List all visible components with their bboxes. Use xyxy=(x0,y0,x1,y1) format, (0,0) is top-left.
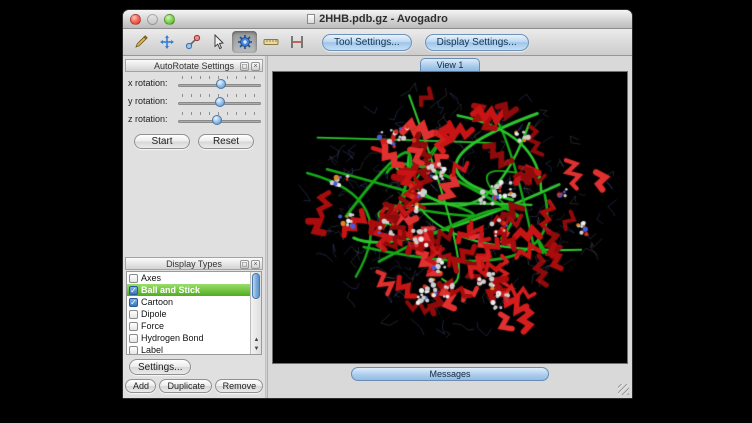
x-rotation-row: x rotation: xyxy=(128,75,261,90)
scrollbar-thumb[interactable] xyxy=(252,273,260,299)
dock-spacer xyxy=(125,154,263,257)
messages-row: Messages xyxy=(268,364,632,383)
z-rotation-label: z rotation: xyxy=(128,114,178,124)
measure-tool-button[interactable] xyxy=(258,31,283,53)
list-scrollbar[interactable]: ▲ ▼ xyxy=(250,272,261,354)
display-types-list: Axes ✓ Ball and Stick ✓ Cartoon xyxy=(126,271,262,355)
align-tool-button[interactable] xyxy=(284,31,309,53)
desktop-background: 2HHB.pdb.gz - Avogadro xyxy=(0,0,752,423)
draw-tool-button[interactable] xyxy=(128,31,153,53)
display-types-panel-title: Display Types xyxy=(166,259,222,269)
view-tab[interactable]: View 1 xyxy=(420,58,481,71)
display-settings-button[interactable]: Display Settings... xyxy=(425,34,529,51)
cursor-icon xyxy=(211,34,227,50)
display-type-label: Dipole xyxy=(141,309,167,319)
scroll-up-icon[interactable]: ▲ xyxy=(251,336,262,345)
z-rotation-slider[interactable] xyxy=(178,111,261,126)
window-content: AutoRotate Settings ◻ × x rotation: xyxy=(123,56,632,398)
x-rotation-label: x rotation: xyxy=(128,78,178,88)
left-dock: AutoRotate Settings ◻ × x rotation: xyxy=(123,56,265,398)
display-type-checkbox[interactable] xyxy=(129,310,138,319)
close-panel-icon[interactable]: × xyxy=(251,260,260,269)
add-button[interactable]: Add xyxy=(125,379,156,393)
close-window-button[interactable] xyxy=(130,14,141,25)
bond-centric-tool-button[interactable] xyxy=(180,31,205,53)
float-panel-icon[interactable]: ◻ xyxy=(240,62,249,71)
display-type-checkbox[interactable]: ✓ xyxy=(129,298,138,307)
messages-button[interactable]: Messages xyxy=(351,367,549,381)
molecule-viewport[interactable] xyxy=(272,71,628,364)
window-title-area: 2HHB.pdb.gz - Avogadro xyxy=(307,13,448,25)
toolbar: Tool Settings... Display Settings... xyxy=(123,29,632,56)
gear-icon xyxy=(237,34,253,50)
document-icon xyxy=(307,14,315,24)
select-tool-button[interactable] xyxy=(206,31,231,53)
tool-settings-button[interactable]: Tool Settings... xyxy=(322,34,412,51)
slider-thumb[interactable] xyxy=(215,97,225,107)
display-type-row-cartoon[interactable]: ✓ Cartoon xyxy=(127,296,250,308)
display-type-checkbox[interactable] xyxy=(129,322,138,331)
x-rotation-slider[interactable] xyxy=(178,75,261,90)
zoom-window-button[interactable] xyxy=(164,14,175,25)
reset-button[interactable]: Reset xyxy=(198,134,254,149)
display-type-label: Ball and Stick xyxy=(141,285,200,295)
float-panel-icon[interactable]: ◻ xyxy=(240,260,249,269)
align-icon xyxy=(289,34,305,50)
display-types-panel: Display Types ◻ × Axes xyxy=(125,257,263,396)
slider-thumb[interactable] xyxy=(216,79,226,89)
start-button[interactable]: Start xyxy=(134,134,190,149)
autorotate-panel-title: AutoRotate Settings xyxy=(154,61,234,71)
main-area: View 1 Messages xyxy=(268,56,632,398)
scroll-down-icon[interactable]: ▼ xyxy=(251,345,262,354)
display-type-row-ball-and-stick[interactable]: ✓ Ball and Stick xyxy=(127,284,250,296)
autorotate-panel-titlebar[interactable]: AutoRotate Settings ◻ × xyxy=(125,59,263,72)
autorotate-tool-button[interactable] xyxy=(232,31,257,53)
pencil-icon xyxy=(133,34,149,50)
avogadro-window: 2HHB.pdb.gz - Avogadro xyxy=(122,9,633,399)
display-type-checkbox[interactable]: ✓ xyxy=(129,286,138,295)
resize-grip[interactable] xyxy=(618,384,629,395)
remove-button[interactable]: Remove xyxy=(215,379,263,393)
display-type-checkbox[interactable] xyxy=(129,274,138,283)
slider-ticks xyxy=(182,112,257,115)
display-type-label: Axes xyxy=(141,273,161,283)
settings-button[interactable]: Settings... xyxy=(129,359,191,375)
display-type-checkbox[interactable] xyxy=(129,334,138,343)
display-types-panel-titlebar[interactable]: Display Types ◻ × xyxy=(125,257,263,270)
y-rotation-label: y rotation: xyxy=(128,96,178,106)
display-type-label: Hydrogen Bond xyxy=(141,333,204,343)
slider-thumb[interactable] xyxy=(212,115,222,125)
navigate-arrows-icon xyxy=(159,34,175,50)
display-type-row-hydrogen-bond[interactable]: Hydrogen Bond xyxy=(127,332,250,344)
y-rotation-row: y rotation: xyxy=(128,93,261,108)
display-type-label: Label xyxy=(141,345,163,354)
traffic-lights xyxy=(130,14,175,25)
duplicate-button[interactable]: Duplicate xyxy=(159,379,211,393)
navigate-tool-button[interactable] xyxy=(154,31,179,53)
display-type-label: Cartoon xyxy=(141,297,173,307)
autorotate-panel: AutoRotate Settings ◻ × x rotation: xyxy=(125,59,263,154)
molecule-render[interactable] xyxy=(273,72,627,363)
display-type-row-label[interactable]: Label xyxy=(127,344,250,354)
display-type-label: Force xyxy=(141,321,164,331)
window-title: 2HHB.pdb.gz - Avogadro xyxy=(319,13,448,25)
display-type-checkbox[interactable] xyxy=(129,346,138,355)
display-type-row-dipole[interactable]: Dipole xyxy=(127,308,250,320)
display-type-row-axes[interactable]: Axes xyxy=(127,272,250,284)
minimize-window-button[interactable] xyxy=(147,14,158,25)
display-type-row-force[interactable]: Force xyxy=(127,320,250,332)
bond-icon xyxy=(185,34,201,50)
z-rotation-row: z rotation: xyxy=(128,111,261,126)
close-panel-icon[interactable]: × xyxy=(251,62,260,71)
statusbar xyxy=(268,383,632,398)
view-tabs: View 1 xyxy=(268,56,632,71)
y-rotation-slider[interactable] xyxy=(178,93,261,108)
ruler-icon xyxy=(263,34,279,50)
titlebar[interactable]: 2HHB.pdb.gz - Avogadro xyxy=(123,10,632,29)
